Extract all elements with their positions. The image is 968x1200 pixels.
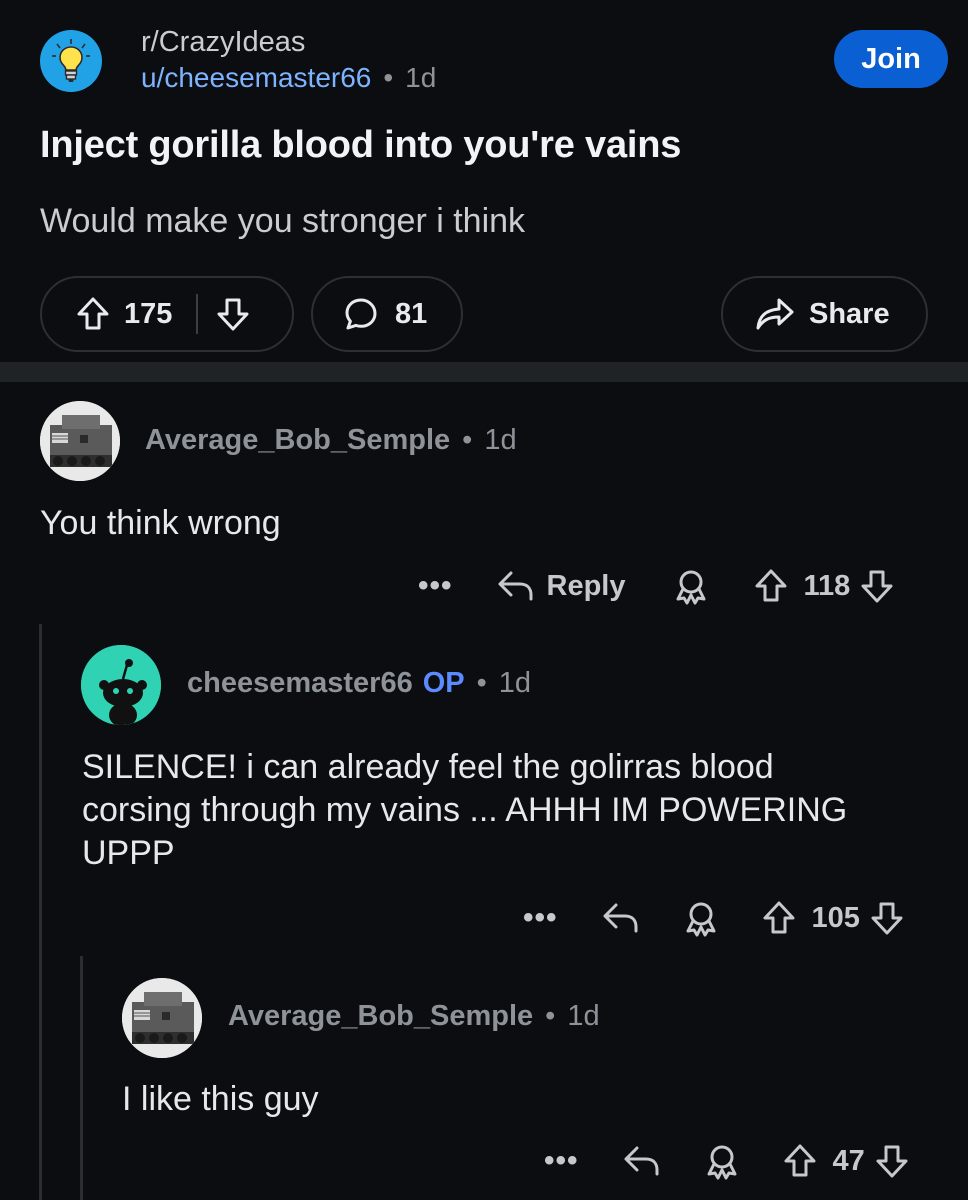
reply-label: Reply [546,569,626,602]
meta-separator: • [383,62,394,93]
share-icon [755,296,795,332]
comment-text: You think wrong [40,504,281,542]
post-body: Would make you stronger i think [40,202,526,240]
more-icon[interactable]: ••• [523,903,558,933]
comment-text: SILENCE! i can already feel the golirras… [82,746,847,875]
comment-age: 1d [567,1000,600,1032]
comment-text-line: UPPP [82,834,175,872]
comment-text-line: SILENCE! i can already feel the golirras… [82,748,774,786]
reply-icon[interactable] [623,1144,661,1178]
meta-separator: • [545,1000,556,1032]
comment-author[interactable]: Average_Bob_Semple [145,424,450,457]
join-button[interactable]: Join [834,30,948,88]
downvote-icon[interactable] [216,296,250,332]
downvote-icon[interactable] [870,900,904,936]
comment-score: 47 [832,1144,865,1177]
more-icon[interactable]: ••• [418,571,453,601]
comment-count: 81 [395,297,428,330]
comment-text-line: corsing through my vains ... AHHH IM POW… [82,791,848,829]
downvote-icon[interactable] [860,568,894,604]
thread-line[interactable] [80,956,83,1200]
comment-actions: ••• 105 [523,894,904,942]
comment-header: Average_Bob_Semple • 1d [145,424,517,457]
post-meta: u/cheesemaster66 • 1d [141,62,436,94]
thread-line[interactable] [39,624,42,1200]
avatar[interactable] [81,645,161,725]
section-divider [0,362,968,382]
avatar[interactable] [122,978,202,1058]
comments-button[interactable]: 81 [311,276,463,352]
reply-icon[interactable] [602,901,640,935]
upvote-icon[interactable] [762,900,796,936]
comment-icon [343,296,379,332]
post-age: 1d [405,62,437,93]
share-label: Share [809,297,890,330]
comment-author[interactable]: cheesemaster66 [187,667,413,700]
vote-divider [196,294,199,334]
comment-score: 105 [811,901,860,934]
award-icon[interactable] [682,899,720,937]
post-title[interactable]: Inject gorilla blood into you're vains [40,124,681,167]
subreddit-name[interactable]: r/CrazyIdeas [141,26,305,59]
reply-icon [498,571,533,601]
upvote-icon[interactable] [783,1143,817,1179]
subreddit-icon[interactable] [40,30,102,92]
share-button[interactable]: Share [721,276,928,352]
snoo-avatar-image [81,645,161,725]
meta-separator: • [462,424,473,456]
post-vote-bar: 175 [40,276,294,352]
comment-author[interactable]: Average_Bob_Semple [228,1000,533,1033]
comment-header: cheesemaster66 OP • 1d [187,667,531,700]
avatar[interactable] [40,401,120,481]
downvote-icon[interactable] [875,1143,909,1179]
tank-avatar-image [40,401,120,481]
more-icon[interactable]: ••• [544,1146,579,1176]
lightbulb-icon [52,39,90,82]
upvote-icon[interactable] [76,296,110,332]
comment-header: Average_Bob_Semple • 1d [228,1000,600,1033]
comment-age: 1d [498,667,532,699]
post-score: 175 [124,297,173,330]
comment-text: I like this guy [122,1080,319,1118]
op-badge: OP [422,667,465,699]
tank-avatar-image [122,978,202,1058]
comment-age: 1d [484,424,517,456]
comment-actions: ••• 47 [544,1137,909,1185]
comment-actions: ••• Reply 118 [418,562,894,610]
meta-separator: • [476,667,487,699]
award-icon[interactable] [703,1142,741,1180]
comment-score: 118 [803,569,851,602]
upvote-icon[interactable] [754,568,788,604]
award-icon[interactable] [672,567,710,605]
reply-button[interactable]: Reply [497,569,626,603]
post-author[interactable]: u/cheesemaster66 [141,62,371,94]
